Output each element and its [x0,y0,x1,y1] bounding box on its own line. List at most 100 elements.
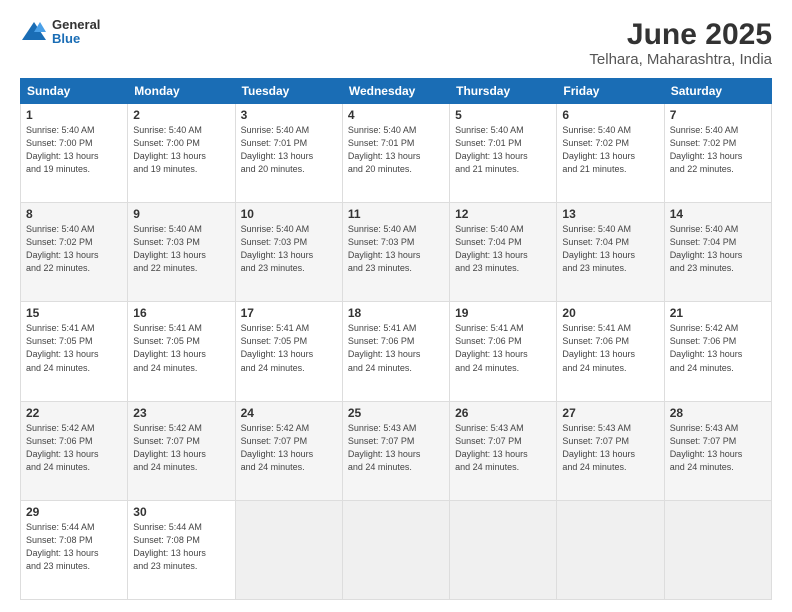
day-number: 8 [26,207,122,221]
day-info: Sunrise: 5:40 AMSunset: 7:00 PMDaylight:… [26,124,122,176]
day-info: Sunrise: 5:40 AMSunset: 7:02 PMDaylight:… [562,124,658,176]
col-thursday: Thursday [450,79,557,104]
day-number: 18 [348,306,444,320]
day-number: 24 [241,406,337,420]
table-row: 20Sunrise: 5:41 AMSunset: 7:06 PMDayligh… [557,302,664,401]
col-saturday: Saturday [664,79,771,104]
day-number: 26 [455,406,551,420]
day-info: Sunrise: 5:42 AMSunset: 7:06 PMDaylight:… [670,322,766,374]
day-info: Sunrise: 5:40 AMSunset: 7:04 PMDaylight:… [562,223,658,275]
logo-blue: Blue [52,32,100,46]
col-tuesday: Tuesday [235,79,342,104]
page: General Blue June 2025 Telhara, Maharash… [0,0,792,612]
table-row: 22Sunrise: 5:42 AMSunset: 7:06 PMDayligh… [21,401,128,500]
day-number: 16 [133,306,229,320]
day-info: Sunrise: 5:41 AMSunset: 7:06 PMDaylight:… [455,322,551,374]
day-number: 9 [133,207,229,221]
calendar-subtitle: Telhara, Maharashtra, India [589,51,772,68]
day-number: 15 [26,306,122,320]
day-number: 4 [348,108,444,122]
day-number: 7 [670,108,766,122]
day-info: Sunrise: 5:41 AMSunset: 7:05 PMDaylight:… [26,322,122,374]
day-info: Sunrise: 5:40 AMSunset: 7:00 PMDaylight:… [133,124,229,176]
table-row: 3Sunrise: 5:40 AMSunset: 7:01 PMDaylight… [235,104,342,203]
day-number: 27 [562,406,658,420]
header: General Blue June 2025 Telhara, Maharash… [20,18,772,68]
table-row: 28 Sunrise: 5:43 AMSunset: 7:07 PMDayligh… [664,401,771,500]
day-info: Sunrise: 5:40 AMSunset: 7:01 PMDaylight:… [455,124,551,176]
day-info: Sunrise: 5:40 AMSunset: 7:03 PMDaylight:… [348,223,444,275]
day-info: Sunrise: 5:40 AMSunset: 7:02 PMDaylight:… [26,223,122,275]
day-number: 11 [348,207,444,221]
col-sunday: Sunday [21,79,128,104]
day-number: 2 [133,108,229,122]
day-info: Sunrise: 5:44 AMSunset: 7:08 PMDaylight:… [133,521,229,573]
col-monday: Monday [128,79,235,104]
day-info: Sunrise: 5:44 AMSunset: 7:08 PMDaylight:… [26,521,122,573]
table-row: 24Sunrise: 5:42 AMSunset: 7:07 PMDayligh… [235,401,342,500]
table-row: 27 Sunrise: 5:43 AMSunset: 7:07 PMDayligh… [557,401,664,500]
table-row: 11 Sunrise: 5:40 AMSunset: 7:03 PMDayligh… [342,203,449,302]
table-row: 26 Sunrise: 5:43 AMSunset: 7:07 PMDayligh… [450,401,557,500]
day-number: 29 [26,505,122,519]
logo: General Blue [20,18,100,47]
day-number: 19 [455,306,551,320]
day-number: 20 [562,306,658,320]
table-row [450,500,557,599]
day-info: Sunrise: 5:43 AMSunset: 7:07 PMDaylight:… [455,422,551,474]
table-row: 9Sunrise: 5:40 AMSunset: 7:03 PMDaylight… [128,203,235,302]
table-row: 4 Sunrise: 5:40 AMSunset: 7:01 PMDaylight… [342,104,449,203]
table-row: 17Sunrise: 5:41 AMSunset: 7:05 PMDayligh… [235,302,342,401]
table-row: 21 Sunrise: 5:42 AMSunset: 7:06 PMDayligh… [664,302,771,401]
logo-icon [20,18,48,46]
logo-text: General Blue [52,18,100,47]
day-number: 13 [562,207,658,221]
day-info: Sunrise: 5:40 AMSunset: 7:02 PMDaylight:… [670,124,766,176]
table-row: 12Sunrise: 5:40 AMSunset: 7:04 PMDayligh… [450,203,557,302]
table-row: 19 Sunrise: 5:41 AMSunset: 7:06 PMDayligh… [450,302,557,401]
table-row: 5 Sunrise: 5:40 AMSunset: 7:01 PMDaylight… [450,104,557,203]
day-number: 25 [348,406,444,420]
table-row: 14Sunrise: 5:40 AMSunset: 7:04 PMDayligh… [664,203,771,302]
day-number: 1 [26,108,122,122]
table-row: 6Sunrise: 5:40 AMSunset: 7:02 PMDaylight… [557,104,664,203]
table-row: 25 Sunrise: 5:43 AMSunset: 7:07 PMDayligh… [342,401,449,500]
calendar-title: June 2025 [589,18,772,51]
table-row [235,500,342,599]
day-number: 30 [133,505,229,519]
table-row: 2 Sunrise: 5:40 AMSunset: 7:00 PMDaylight… [128,104,235,203]
table-row: 16 Sunrise: 5:41 AMSunset: 7:05 PMDayligh… [128,302,235,401]
table-row: 18 Sunrise: 5:41 AMSunset: 7:06 PMDayligh… [342,302,449,401]
col-wednesday: Wednesday [342,79,449,104]
day-info: Sunrise: 5:43 AMSunset: 7:07 PMDaylight:… [562,422,658,474]
day-info: Sunrise: 5:41 AMSunset: 7:05 PMDaylight:… [133,322,229,374]
table-row [664,500,771,599]
day-info: Sunrise: 5:42 AMSunset: 7:07 PMDaylight:… [133,422,229,474]
day-number: 28 [670,406,766,420]
table-row: 7 Sunrise: 5:40 AMSunset: 7:02 PMDaylight… [664,104,771,203]
day-info: Sunrise: 5:41 AMSunset: 7:06 PMDaylight:… [348,322,444,374]
day-number: 17 [241,306,337,320]
day-number: 5 [455,108,551,122]
day-number: 22 [26,406,122,420]
table-row: 29 Sunrise: 5:44 AMSunset: 7:08 PMDayligh… [21,500,128,599]
day-number: 12 [455,207,551,221]
table-row: 30 Sunrise: 5:44 AMSunset: 7:08 PMDayligh… [128,500,235,599]
col-friday: Friday [557,79,664,104]
table-row [557,500,664,599]
day-number: 3 [241,108,337,122]
table-row: 13 Sunrise: 5:40 AMSunset: 7:04 PMDayligh… [557,203,664,302]
day-info: Sunrise: 5:40 AMSunset: 7:03 PMDaylight:… [241,223,337,275]
table-row: 8 Sunrise: 5:40 AMSunset: 7:02 PMDaylight… [21,203,128,302]
table-row: 10Sunrise: 5:40 AMSunset: 7:03 PMDayligh… [235,203,342,302]
calendar-header-row: Sunday Monday Tuesday Wednesday Thursday… [21,79,772,104]
day-info: Sunrise: 5:43 AMSunset: 7:07 PMDaylight:… [670,422,766,474]
day-number: 23 [133,406,229,420]
day-info: Sunrise: 5:43 AMSunset: 7:07 PMDaylight:… [348,422,444,474]
title-block: June 2025 Telhara, Maharashtra, India [589,18,772,68]
table-row: 23 Sunrise: 5:42 AMSunset: 7:07 PMDayligh… [128,401,235,500]
day-info: Sunrise: 5:40 AMSunset: 7:01 PMDaylight:… [348,124,444,176]
day-info: Sunrise: 5:40 AMSunset: 7:04 PMDaylight:… [670,223,766,275]
logo-general: General [52,18,100,32]
day-number: 21 [670,306,766,320]
